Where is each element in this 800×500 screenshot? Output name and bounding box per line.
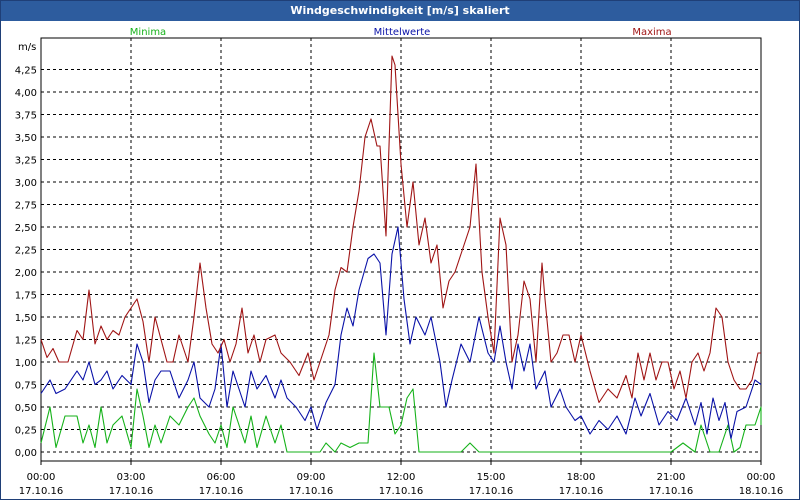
y-tick-label: 0,25 <box>15 426 37 437</box>
x-tick-date: 17.10.16 <box>289 486 334 497</box>
x-tick-time: 00:00 <box>27 472 56 483</box>
x-tick-time: 09:00 <box>297 472 326 483</box>
wind-speed-chart: 0,00 0,25 0,50 0,75 1,00 1,25 1,50 1,75 2,00 2,25… <box>15 27 784 497</box>
x-tick-date: 18.10.16 <box>739 486 784 497</box>
y-tick-label: 3,75 <box>15 111 37 122</box>
y-tick-label: 3,25 <box>15 156 37 167</box>
y-axis-tick-labels: 0,00 0,25 0,50 0,75 1,00 1,25 1,50 1,75 2,00 2,25… <box>15 66 37 460</box>
x-tick-time: 03:00 <box>117 472 146 483</box>
y-tick-label: 2,50 <box>15 223 37 234</box>
x-tick-date: 17.10.16 <box>199 486 244 497</box>
x-tick-date: 17.10.16 <box>379 486 424 497</box>
y-tick-label: 1,50 <box>15 313 37 324</box>
y-tick-label: 2,00 <box>15 268 37 279</box>
y-tick-label: 0,75 <box>15 381 37 392</box>
x-tick-time: 15:00 <box>477 472 506 483</box>
x-tick-time: 12:00 <box>387 472 416 483</box>
y-tick-label: 0,50 <box>15 403 37 414</box>
y-tick-label: 1,25 <box>15 336 37 347</box>
y-tick-label: 2,75 <box>15 201 37 212</box>
x-tick-date: 17.10.16 <box>649 486 694 497</box>
x-tick-time: 06:00 <box>207 472 236 483</box>
legend-minima: Minima <box>130 27 166 38</box>
y-tick-label: 1,00 <box>15 358 37 369</box>
y-tick-label: 4,00 <box>15 88 37 99</box>
x-tick-time: 21:00 <box>657 472 686 483</box>
x-tick-time: 00:00 <box>747 472 776 483</box>
x-tick-date: 17.10.16 <box>109 486 154 497</box>
x-tick-time: 18:00 <box>567 472 596 483</box>
x-tick-date: 17.10.16 <box>559 486 604 497</box>
y-tick-label: 3,50 <box>15 133 37 144</box>
y-tick-label: 1,75 <box>15 291 37 302</box>
y-tick-label: 4,25 <box>15 66 37 77</box>
x-tick-date: 17.10.16 <box>19 486 64 497</box>
y-axis-label: m/s <box>18 42 36 53</box>
x-axis-tick-labels: 00:00 17.10.16 03:00 17.10.16 06:00 17.10.16 0… <box>19 472 784 497</box>
y-tick-label: 2,25 <box>15 246 37 257</box>
legend-mittelwerte: Mittelwerte <box>374 27 431 38</box>
legend-maxima: Maxima <box>632 27 671 38</box>
x-tick-date: 17.10.16 <box>469 486 514 497</box>
y-tick-label: 0,00 <box>15 448 37 459</box>
y-tick-label: 3,00 <box>15 178 37 189</box>
